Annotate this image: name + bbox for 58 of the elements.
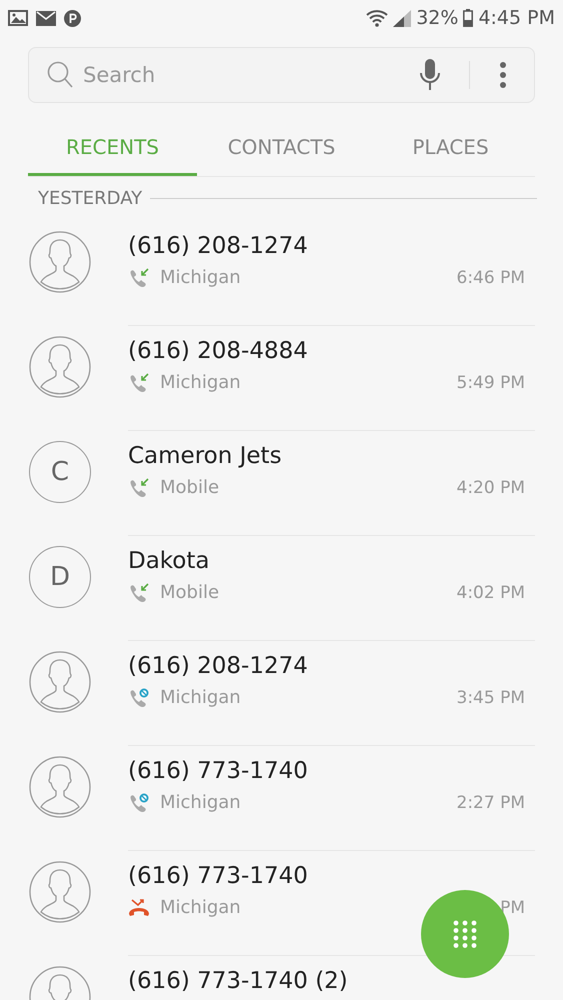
avatar-icon — [29, 861, 91, 923]
search-bar[interactable]: Search — [28, 47, 535, 103]
call-log-item[interactable]: (616) 773-1740 (2) — [0, 956, 563, 1000]
clock-time: 4:45 PM — [478, 7, 555, 29]
call-time: 6:46 PM — [456, 268, 525, 288]
missed-call-icon — [128, 898, 150, 918]
call-time: 4:02 PM — [456, 582, 525, 602]
caller-name: (616) 208-1274 — [128, 653, 309, 679]
incoming-call-icon — [128, 478, 150, 498]
avatar-icon — [29, 756, 91, 818]
caller-name: Cameron Jets — [128, 443, 283, 469]
call-time: 4:20 PM — [456, 478, 525, 498]
search-icon — [47, 61, 73, 89]
call-time: 3:45 PM — [456, 688, 525, 708]
battery-percent: 32% — [416, 7, 458, 29]
call-time: 5:49 PM — [456, 372, 525, 392]
blocked-call-icon — [128, 792, 150, 812]
caller-name: (616) 773-1740 (2) — [128, 968, 349, 994]
call-location: Michigan — [160, 792, 242, 813]
call-location: Michigan — [160, 267, 242, 288]
search-field[interactable]: Search — [81, 62, 411, 88]
call-time: 2:27 PM — [456, 792, 525, 812]
picture-icon — [8, 10, 28, 26]
blocked-call-icon — [128, 688, 150, 708]
avatar-icon — [29, 336, 91, 398]
call-log-item[interactable]: D Dakota Mobile 4:02 PM — [0, 536, 563, 641]
section-header: YESTERDAY — [38, 188, 142, 208]
incoming-call-icon — [128, 582, 150, 602]
call-location: Michigan — [160, 897, 242, 918]
microphone-icon[interactable] — [419, 59, 441, 91]
call-location: Mobile — [160, 582, 220, 603]
dialpad-icon — [452, 919, 478, 949]
call-location: Mobile — [160, 477, 220, 498]
call-log-item[interactable]: (616) 208-4884 Michigan 5:49 PM — [0, 326, 563, 431]
caller-name: (616) 773-1740 — [128, 863, 309, 889]
caller-name: Dakota — [128, 548, 210, 574]
call-location: Michigan — [160, 372, 242, 393]
avatar-icon — [29, 651, 91, 713]
more-options-icon[interactable] — [500, 62, 506, 88]
caller-name: (616) 773-1740 — [128, 758, 309, 784]
signal-icon — [393, 10, 412, 26]
mail-icon — [36, 10, 56, 26]
call-time: PM — [500, 898, 525, 918]
caller-name: (616) 208-1274 — [128, 233, 309, 259]
app-notification-icon — [64, 10, 81, 26]
caller-name: (616) 208-4884 — [128, 338, 309, 364]
call-log-item[interactable]: (616) 208-1274 Michigan 6:46 PM — [0, 221, 563, 326]
incoming-call-icon — [128, 372, 150, 392]
call-log-item[interactable]: (616) 208-1274 Michigan 3:45 PM — [0, 641, 563, 746]
call-log-item[interactable]: C Cameron Jets Mobile 4:20 PM — [0, 431, 563, 536]
avatar-icon — [29, 231, 91, 293]
call-location: Michigan — [160, 687, 242, 708]
battery-icon — [463, 9, 474, 27]
call-log-item[interactable]: (616) 773-1740 Michigan 2:27 PM — [0, 746, 563, 851]
contact-avatar: C — [29, 441, 91, 503]
contact-avatar: D — [29, 546, 91, 608]
wifi-icon — [366, 10, 388, 26]
incoming-call-icon — [128, 268, 150, 288]
